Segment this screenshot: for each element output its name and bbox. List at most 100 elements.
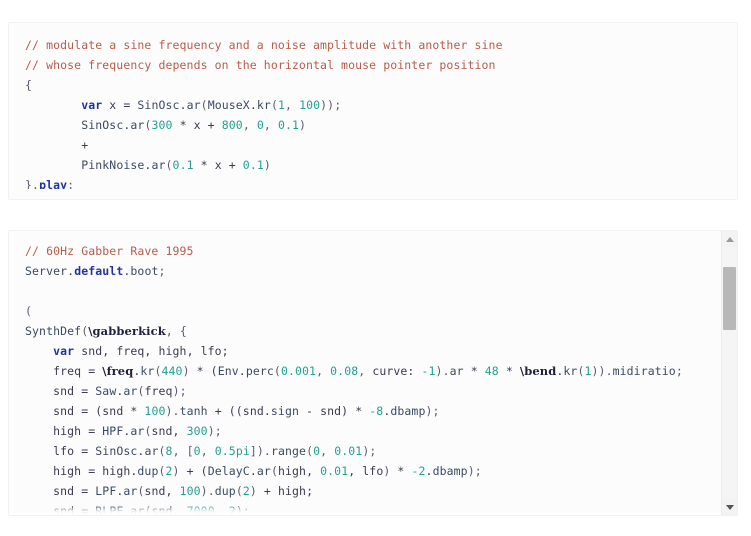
code-line: curve: — [372, 364, 422, 378]
scrollbar-track[interactable] — [722, 247, 737, 499]
scroll-down-button[interactable] — [722, 499, 737, 515]
code-block-2-content[interactable]: // 60Hz Gabber Rave 1995 Server. default.… — [9, 241, 737, 515]
code-line: high = — [53, 424, 103, 438]
code-number: 440 — [161, 364, 183, 378]
scroll-up-arrow-icon — [725, 236, 734, 242]
code-number: 100 — [144, 404, 166, 418]
code-comment: // whose frequency depends on the horizo… — [25, 58, 496, 72]
code-class: Saw — [95, 384, 117, 398]
code-line: , — [358, 364, 373, 378]
code-line: , — [200, 444, 215, 458]
code-number: 7000 — [186, 504, 215, 515]
code-line: ; — [675, 364, 683, 378]
code-method: ar — [256, 464, 271, 478]
code-line: + ( — [179, 464, 208, 478]
code-class: HPF — [102, 424, 124, 438]
code-line: ) — [249, 484, 257, 498]
code-line: , — [263, 118, 278, 132]
code-method: ar — [130, 504, 145, 515]
code-line: . — [249, 464, 257, 478]
code-comment: // 60Hz Gabber Rave 1995 — [25, 244, 194, 258]
code-line: ); — [467, 464, 482, 478]
code-class: RLPF — [95, 504, 124, 515]
code-block-2-viewport: // 60Hz Gabber Rave 1995 Server. default.… — [9, 241, 737, 515]
scroll-up-button[interactable] — [722, 231, 737, 247]
code-line: - snd) * — [299, 404, 370, 418]
code-method: kr — [140, 364, 155, 378]
code-line: ); — [425, 404, 440, 418]
code-line: ( — [235, 484, 243, 498]
code-line: ). — [165, 404, 180, 418]
code-line: ); — [362, 444, 377, 458]
code-line: , [ — [172, 444, 194, 458]
code-line: * — [463, 364, 485, 378]
code-number: 0.1 — [277, 118, 300, 132]
code-line: snd = — [53, 384, 96, 398]
code-number: 100 — [179, 484, 201, 498]
code-line: ). — [435, 364, 450, 378]
code-line: freq — [144, 384, 173, 398]
scroll-down-arrow-icon — [725, 504, 734, 510]
code-line: snd, — [151, 504, 187, 515]
page-root: // modulate a sine frequency and a noise… — [0, 0, 751, 536]
code-class: MouseX — [207, 98, 250, 112]
code-class: SynthDef — [25, 324, 82, 338]
code-line: }. — [25, 178, 40, 189]
code-line: ) — [299, 118, 307, 132]
code-class: LPF — [95, 484, 117, 498]
code-line: , — [214, 504, 229, 515]
code-class: SinOsc — [81, 118, 124, 132]
code-method: ar — [144, 444, 159, 458]
code-line: . — [425, 464, 433, 478]
code-line: . — [249, 98, 257, 112]
code-line: ; — [158, 264, 166, 278]
code-number: 1 — [277, 98, 285, 112]
code-block-2: // 60Hz Gabber Rave 1995 Server. default.… — [8, 230, 738, 516]
code-method: sign — [270, 404, 299, 418]
code-number: 0.1 — [172, 158, 194, 172]
code-number: 0.01 — [334, 444, 363, 458]
code-line: snd = — [53, 484, 96, 498]
code-line: ( — [270, 464, 278, 478]
scrollbar-thumb[interactable] — [723, 267, 736, 330]
code-keyword: var — [53, 344, 75, 358]
code-line: ; — [67, 178, 75, 189]
code-number: 0.5pi — [214, 444, 250, 458]
code-number: 8 — [165, 444, 173, 458]
code-line: snd = (snd * — [53, 404, 145, 418]
code-block-1-viewport: // modulate a sine frequency and a noise… — [9, 35, 737, 189]
code-line: , — [320, 444, 335, 458]
code-method: ar — [130, 118, 145, 132]
code-line: ( — [25, 304, 33, 318]
vertical-scrollbar[interactable] — [721, 231, 737, 515]
code-line: lfo = — [53, 444, 96, 458]
code-line: * ( — [189, 364, 218, 378]
code-line: + high; — [256, 484, 314, 498]
code-line: ( — [158, 464, 166, 478]
code-number: 0.001 — [280, 364, 317, 378]
code-line: , { — [165, 324, 187, 338]
code-method: ar — [151, 158, 166, 172]
code-line: ( — [273, 364, 281, 378]
code-line: snd, — [151, 424, 187, 438]
code-line: ). — [200, 484, 215, 498]
code-block-1-content[interactable]: // modulate a sine frequency and a noise… — [9, 35, 737, 189]
code-symbol: \bend — [519, 364, 557, 378]
code-class: Env — [217, 364, 239, 378]
code-number: 0 — [193, 444, 201, 458]
code-line: snd = — [53, 504, 96, 515]
code-method: ar — [186, 98, 201, 112]
code-number: 2 — [165, 464, 173, 478]
code-line: , — [285, 98, 300, 112]
code-number: -2 — [411, 464, 426, 478]
code-keyword: var — [81, 98, 103, 112]
code-line: + — [81, 138, 89, 152]
code-method: tanh — [179, 404, 208, 418]
code-line: ( — [200, 98, 208, 112]
code-number: 0.1 — [242, 158, 264, 172]
code-line: * x + — [172, 118, 222, 132]
code-number: 48 — [484, 364, 499, 378]
code-block-1: // modulate a sine frequency and a noise… — [8, 22, 738, 200]
code-line: snd, — [144, 484, 180, 498]
code-line: ); — [172, 384, 187, 398]
